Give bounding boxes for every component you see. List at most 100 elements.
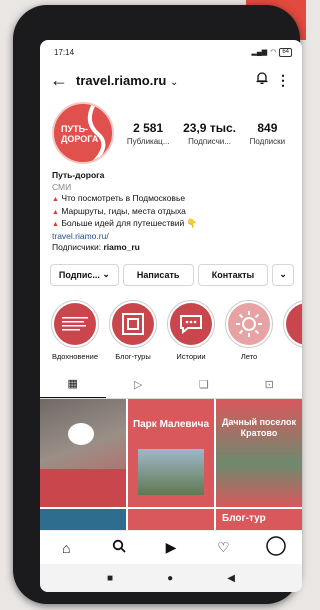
profile-tabs: ▦ ▷ ❑ ⊡ (40, 371, 302, 399)
speech-bubble-icon (68, 422, 94, 445)
subscribe-label: Подпис... (58, 269, 100, 280)
bio-line: ▲ Что посмотреть в Подмосковье (52, 193, 290, 206)
stat-followers[interactable]: 23,9 тыс. Подписчи... (183, 121, 236, 146)
triangle-icon: ▲ (52, 196, 59, 203)
highlight-item[interactable]: Блог-туры (108, 299, 158, 361)
triangle-icon: ▲ (52, 221, 59, 228)
search-icon[interactable] (104, 539, 134, 556)
contacts-button[interactable]: Контакты (197, 263, 269, 286)
post-title: Дачный поселок Кратово (222, 416, 296, 438)
posts-grid: Парк Малевича Дачный поселок Кратово (40, 398, 302, 507)
profile-avatar-icon[interactable] (261, 536, 291, 559)
signal-icon: ▂▄▆ (251, 49, 268, 56)
post-title: Блог-тур (222, 512, 266, 524)
home-button-icon[interactable]: ● (167, 573, 173, 584)
stat-posts[interactable]: 2 581 Публикац... (127, 121, 170, 146)
stat-followers-count: 23,9 тыс. (183, 120, 236, 135)
stat-following-label: Подписки (249, 136, 286, 146)
highlight-circle (109, 299, 157, 348)
suggested-toggle-button[interactable]: ⌄ (272, 263, 294, 286)
highlight-circle (283, 299, 302, 348)
highlight-cover-icon (286, 302, 302, 345)
chat-bubble-icon (170, 302, 212, 345)
bio-followers-name[interactable]: riamo_ru (103, 242, 139, 252)
highlight-label: Лето (240, 351, 258, 361)
stat-posts-count: 2 581 (133, 120, 164, 135)
heart-icon[interactable]: ♡ (208, 539, 238, 556)
avatar-logo-text: ПУТЬ-ДОРОГА (61, 124, 99, 144)
profile-stats: 2 581 Публикац... 23,9 тыс. Подписчи... … (120, 121, 292, 146)
post-thumbnail[interactable]: Дачный поселок Кратово (216, 398, 302, 507)
back-icon[interactable]: ◀ (227, 573, 235, 584)
stat-followers-label: Подписчи... (188, 136, 231, 146)
photo-frame-icon (112, 302, 154, 345)
highlight-label: Блог-туры (115, 351, 151, 361)
stat-posts-label: Публикац... (126, 136, 170, 146)
status-time: 17:14 (54, 47, 75, 57)
avatar[interactable]: ПУТЬ-ДОРОГА (52, 102, 114, 164)
more-options-icon[interactable]: ⋮ (274, 72, 292, 89)
highlight-circle (225, 299, 273, 348)
highlight-circle (51, 299, 99, 348)
bio-line-text: Что посмотреть в Подмосковье (61, 193, 186, 203)
highlight-item[interactable]: Истории (166, 299, 216, 361)
tab-reels[interactable]: ▷ (106, 371, 172, 398)
wifi-icon: ◠ (270, 49, 277, 56)
stat-following-count: 849 (257, 120, 278, 135)
highlight-label: М (282, 352, 302, 361)
story-highlights: Вдохновение Блог-туры Истории Лето М (40, 292, 302, 365)
highlight-circle (167, 299, 215, 348)
status-bar: 17:14 ▂▄▆ ◠ 64 (40, 40, 302, 64)
highlight-label: Вдохновение (51, 351, 99, 361)
recent-apps-icon[interactable]: ■ (107, 573, 113, 584)
profile-bio: Путь-дорога СМИ ▲ Что посмотреть в Подмо… (40, 168, 302, 256)
tab-tagged[interactable]: ⊡ (237, 371, 303, 398)
bio-line: ▲ Больше идей для путешествий 👇 (52, 218, 290, 231)
screen: 17:14 ▂▄▆ ◠ 64 ← travel.riamo.ru ⌄ ⋮ ПУТ… (40, 40, 302, 592)
post-thumbnail[interactable] (40, 398, 126, 507)
tab-grid[interactable]: ▦ (40, 371, 106, 398)
tab-guides[interactable]: ❑ (171, 371, 237, 398)
bell-icon[interactable] (250, 71, 274, 90)
chevron-down-icon: ⌄ (102, 269, 110, 279)
phone-frame: 17:14 ▂▄▆ ◠ 64 ← travel.riamo.ru ⌄ ⋮ ПУТ… (13, 5, 302, 604)
back-arrow-icon[interactable]: ← (50, 70, 76, 91)
highlight-item[interactable]: М (282, 299, 302, 361)
grid-icon: ▦ (67, 378, 78, 390)
highlight-item[interactable]: Лето (224, 299, 274, 361)
reels-icon: ▷ (134, 378, 143, 391)
profile-header: ПУТЬ-ДОРОГА 2 581 Публикац... 23,9 тыс. … (40, 96, 302, 168)
battery-icon: 64 (279, 47, 292, 57)
profile-actions: Подпис... ⌄ Написать Контакты ⌄ (40, 256, 302, 292)
highlight-cover-icon (54, 302, 96, 345)
bio-line-text: Маршруты, гиды, места отдыха (61, 205, 186, 216)
bottom-navigation: ⌂ ▶ ♡ (40, 530, 302, 564)
tagged-user-icon: ⊡ (264, 378, 274, 391)
caption-bar (40, 468, 126, 507)
top-bar: ← travel.riamo.ru ⌄ ⋮ (40, 64, 302, 96)
post-thumbnail[interactable]: Парк Малевича (128, 398, 214, 507)
sun-icon (228, 302, 270, 345)
bio-name: Путь-дорога (52, 170, 105, 180)
reels-icon[interactable]: ▶ (156, 539, 186, 556)
profile-username[interactable]: travel.riamo.ru ⌄ (76, 73, 250, 88)
triangle-icon: ▲ (52, 208, 59, 216)
book-icon: ❑ (198, 378, 209, 391)
bio-link[interactable]: travel.riamo.ru/ (52, 231, 290, 243)
username-label: travel.riamo.ru (76, 72, 167, 88)
highlight-item[interactable]: Вдохновение (50, 299, 100, 361)
system-navigation: ■ ● ◀ (40, 564, 302, 592)
bio-line-text: Больше идей для путешествий 👇 (61, 218, 198, 228)
chevron-down-icon: ⌄ (169, 76, 179, 88)
stat-following[interactable]: 849 Подписки (250, 121, 285, 146)
message-button[interactable]: Написать (122, 263, 194, 286)
bio-followers-prefix: Подписчики: (52, 242, 104, 252)
bio-line: ▲ Маршруты, гиды, места отдыха (52, 206, 290, 219)
post-photo (138, 448, 204, 495)
status-icons: ▂▄▆ ◠ 64 (251, 47, 292, 57)
highlight-label: Истории (176, 351, 206, 361)
subscribe-button[interactable]: Подпис... ⌄ (50, 263, 119, 286)
bio-category: СМИ (52, 181, 72, 192)
bio-followers: Подписчики: riamo_ru (52, 242, 290, 254)
home-icon[interactable]: ⌂ (51, 540, 81, 556)
